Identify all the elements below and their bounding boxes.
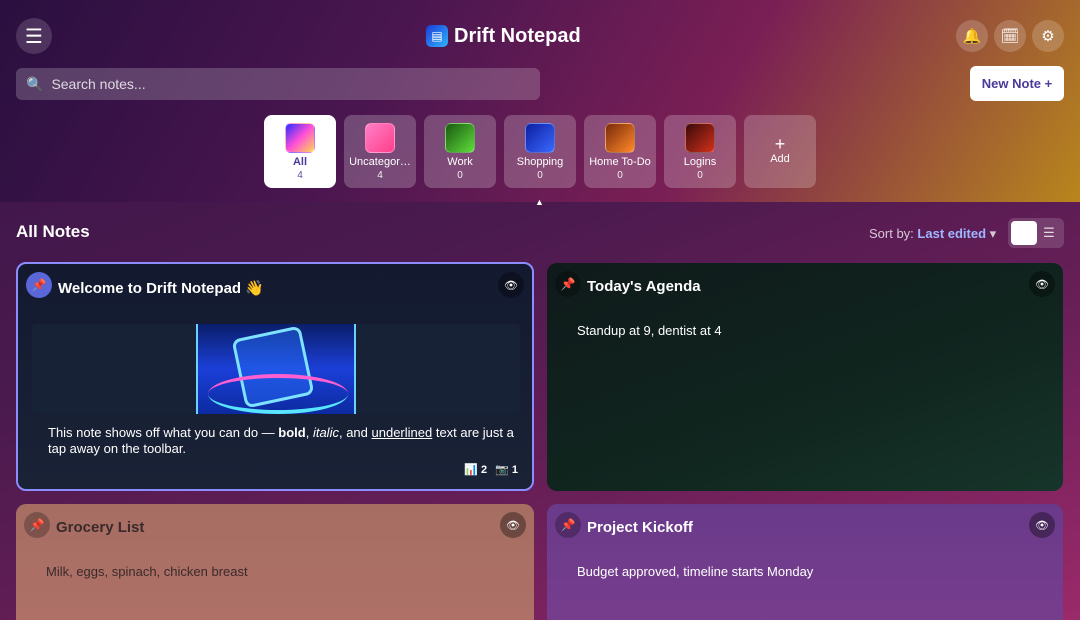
category-home-todo[interactable]: Home To-Do 0 bbox=[584, 115, 656, 188]
category-logins[interactable]: Logins 0 bbox=[664, 115, 736, 188]
note-title: Welcome to Drift Notepad 👋 bbox=[58, 280, 264, 297]
category-name: Work bbox=[447, 156, 473, 168]
category-name: Home To-Do bbox=[589, 156, 651, 168]
search-icon: 🔍 bbox=[26, 75, 44, 92]
category-all[interactable]: All 4 bbox=[264, 115, 336, 188]
category-name: All bbox=[292, 156, 308, 168]
list-view-button[interactable]: ☰ bbox=[1037, 221, 1061, 245]
grid-view-button[interactable] bbox=[1011, 221, 1037, 245]
menu-icon[interactable]: ☰ bbox=[16, 18, 52, 54]
calendar-icon[interactable]: 🗓 bbox=[994, 20, 1026, 52]
notepad-logo-icon: ▤ bbox=[426, 25, 448, 47]
category-count: 4 bbox=[377, 170, 383, 181]
category-shopping-icon bbox=[525, 123, 555, 153]
note-title: Grocery List bbox=[56, 519, 145, 536]
new-note-button[interactable]: New Note + bbox=[970, 66, 1064, 101]
pin-icon[interactable]: 📌 bbox=[26, 272, 52, 298]
note-title: Today's Agenda bbox=[587, 278, 701, 295]
collapse-icon[interactable]: ▲ bbox=[535, 197, 544, 207]
eye-icon[interactable]: 👁 bbox=[500, 512, 526, 538]
view-toggle: ☰ bbox=[1008, 218, 1064, 248]
category-uncategorized-icon bbox=[365, 123, 395, 153]
pin-icon[interactable]: 📌 bbox=[24, 512, 50, 538]
category-count: 4 bbox=[297, 170, 303, 181]
category-uncategorized[interactable]: Uncategor… 4 bbox=[344, 115, 416, 188]
add-category-button[interactable]: + Add bbox=[744, 115, 816, 188]
note-preview: This note shows off what you can do — bo… bbox=[48, 425, 514, 456]
search-input[interactable] bbox=[51, 76, 512, 92]
chevron-down-icon: ▾ bbox=[989, 226, 997, 241]
category-shopping[interactable]: Shopping 0 bbox=[504, 115, 576, 188]
pin-icon[interactable]: 📌 bbox=[555, 512, 581, 538]
note-meta: 📊 2 📷 1 bbox=[464, 463, 518, 476]
app-title: Drift Notepad bbox=[454, 24, 581, 47]
category-count: 0 bbox=[617, 170, 623, 181]
photos-count: 📷 1 bbox=[495, 464, 518, 476]
category-name: Logins bbox=[683, 156, 717, 168]
pin-icon[interactable]: 📌 bbox=[555, 271, 581, 297]
category-name: Shopping bbox=[516, 156, 564, 168]
bell-icon[interactable]: 🔔 bbox=[956, 20, 988, 52]
note-image bbox=[32, 324, 520, 414]
gear-icon[interactable]: ⚙ bbox=[1032, 20, 1064, 52]
top-actions: 🔔 🗓 ⚙ bbox=[956, 20, 1064, 52]
charts-count: 📊 2 bbox=[464, 464, 488, 476]
category-bar: All 4 Uncategor… 4 Work 0 Shopping 0 Hom… bbox=[264, 115, 816, 188]
category-count: 0 bbox=[697, 170, 703, 181]
category-name: Uncategor… bbox=[349, 156, 411, 168]
wave-shape bbox=[208, 374, 348, 414]
note-card-agenda[interactable]: 📌 Today's Agenda 👁 Standup at 9, dentist… bbox=[547, 263, 1063, 491]
note-preview: Budget approved, timeline starts Monday bbox=[577, 564, 814, 579]
category-count: 0 bbox=[537, 170, 543, 181]
sort-label: Sort by: bbox=[869, 226, 914, 241]
category-logins-icon bbox=[685, 123, 715, 153]
note-card-grocery[interactable]: 📌 Grocery List 👁 Milk, eggs, spinach, ch… bbox=[16, 504, 534, 620]
add-category-label: Add bbox=[770, 153, 790, 165]
app-title-wrap: ▤ Drift Notepad bbox=[426, 24, 581, 48]
sort-value[interactable]: Last edited bbox=[917, 226, 986, 241]
plus-icon: + bbox=[774, 134, 786, 154]
category-work-icon bbox=[445, 123, 475, 153]
section-title: All Notes bbox=[16, 222, 90, 241]
note-title: Project Kickoff bbox=[587, 519, 693, 536]
category-all-icon bbox=[285, 123, 315, 153]
note-card-kickoff[interactable]: 📌 Project Kickoff 👁 Budget approved, tim… bbox=[547, 504, 1063, 620]
note-preview: Milk, eggs, spinach, chicken breast bbox=[46, 564, 248, 579]
header: ☰ ▤ Drift Notepad 🔔 🗓 ⚙ 🔍 New Note + All… bbox=[0, 0, 1080, 207]
note-card-welcome[interactable]: 📌 Welcome to Drift Notepad 👋 👁 This note… bbox=[16, 262, 534, 491]
category-work[interactable]: Work 0 bbox=[424, 115, 496, 188]
notepad-illustration bbox=[196, 324, 356, 414]
category-count: 0 bbox=[457, 170, 463, 181]
note-preview: Standup at 9, dentist at 4 bbox=[577, 323, 722, 338]
eye-icon[interactable]: 👁 bbox=[498, 272, 524, 298]
sort-control[interactable]: Sort by: Last edited ▾ bbox=[869, 226, 996, 242]
search-bar[interactable]: 🔍 bbox=[16, 68, 540, 100]
category-home-todo-icon bbox=[605, 123, 635, 153]
eye-icon[interactable]: 👁 bbox=[1029, 271, 1055, 297]
eye-icon[interactable]: 👁 bbox=[1029, 512, 1055, 538]
